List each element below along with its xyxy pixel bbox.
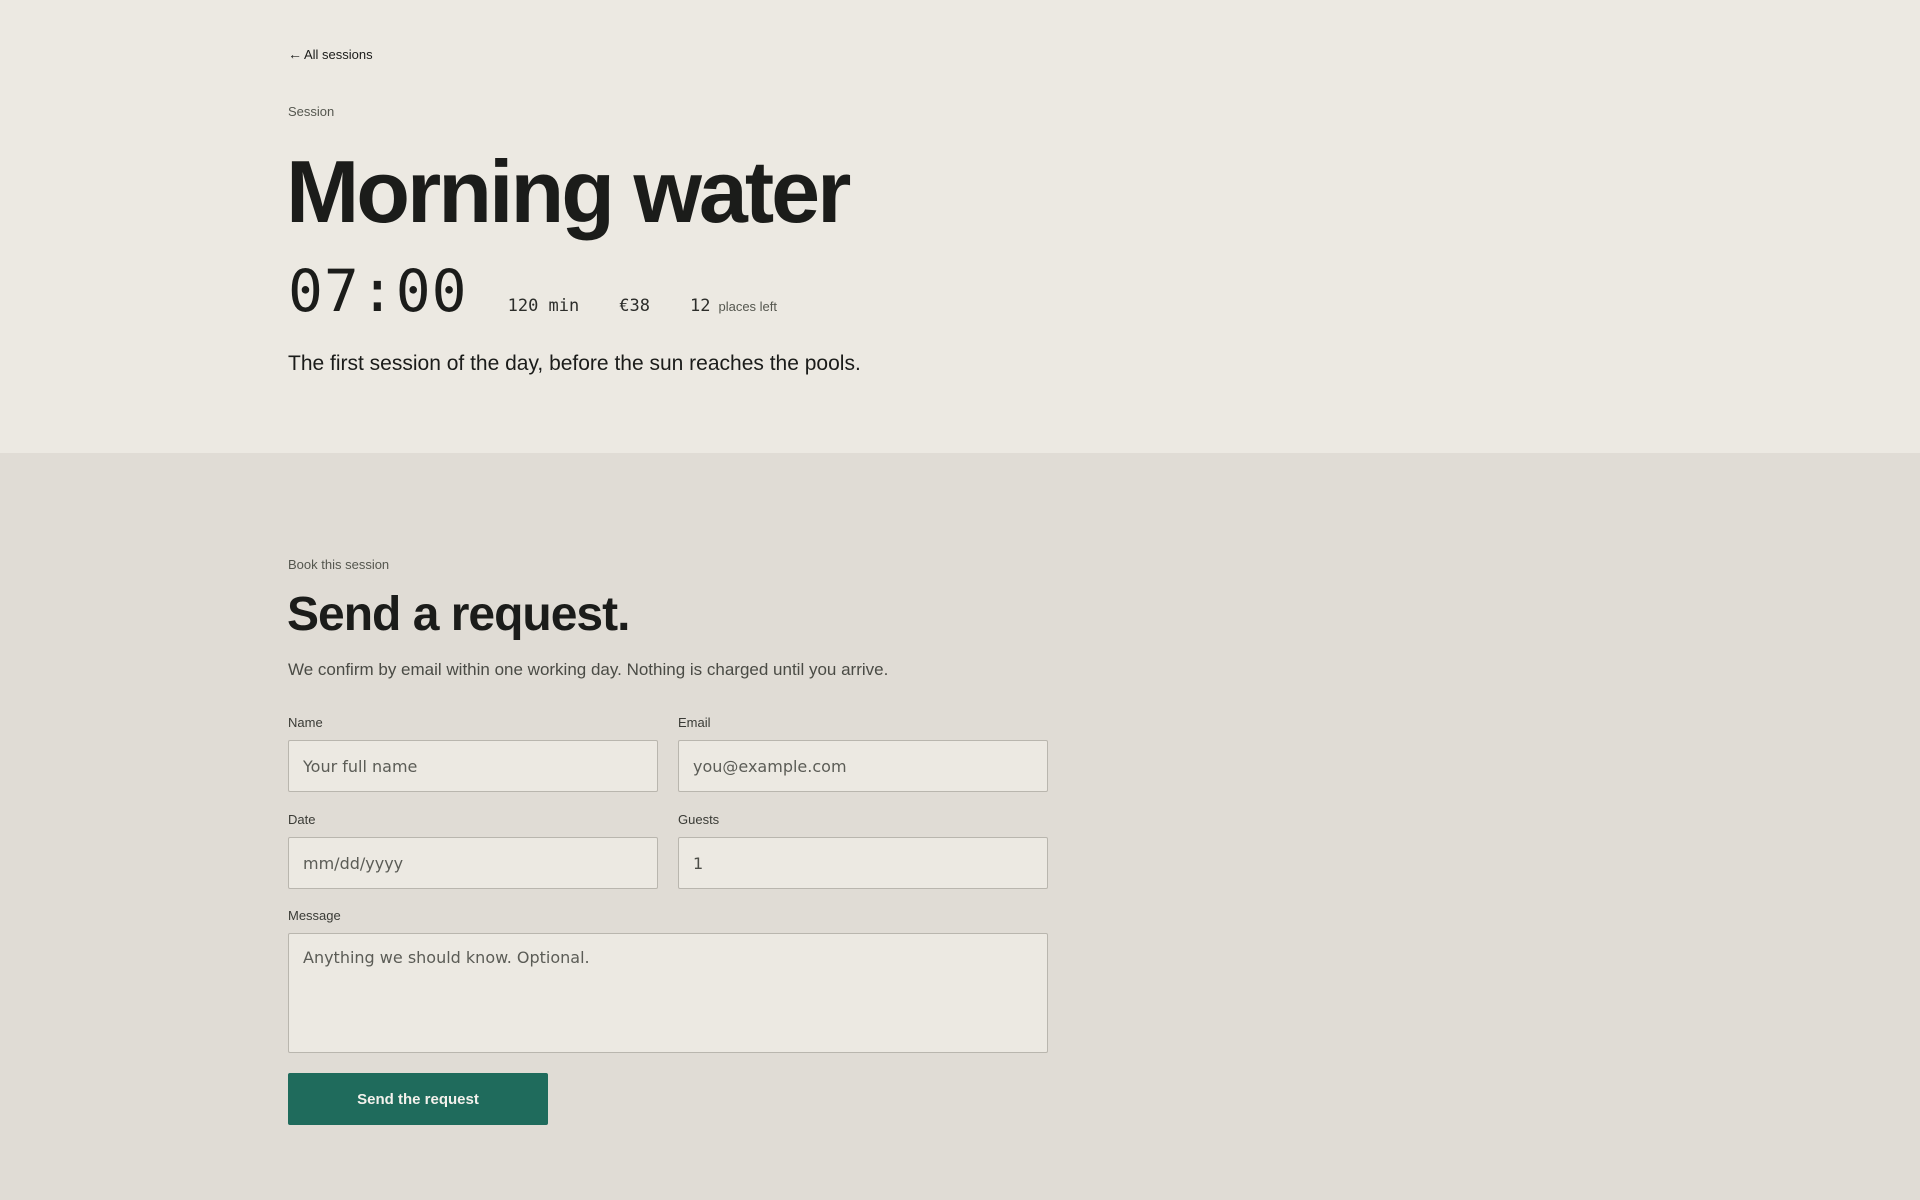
session-eyebrow: Session	[288, 104, 335, 119]
back-link-label: All sessions	[304, 46, 373, 62]
date-input[interactable]	[288, 837, 658, 889]
back-to-sessions-link[interactable]: ← All sessions	[288, 46, 373, 62]
booking-eyebrow: Book this session	[288, 557, 390, 572]
arrow-left-icon: ←	[288, 46, 302, 62]
email-input[interactable]	[678, 740, 1048, 792]
booking-title: Send a request.	[287, 588, 630, 641]
date-label: Date	[288, 812, 316, 827]
places-left-count: 12	[689, 296, 711, 316]
session-title: Morning water	[286, 142, 851, 241]
guests-label: Guests	[678, 812, 720, 827]
name-label: Name	[288, 715, 323, 730]
session-description: The first session of the day, before the…	[288, 352, 861, 375]
email-label: Email	[678, 715, 711, 730]
session-time: 07:00	[288, 257, 468, 325]
booking-section: Book this session Send a request. We con…	[0, 453, 1920, 1200]
session-meta: 07:00 120 min €38 12 places left	[288, 262, 777, 320]
send-request-button[interactable]: Send the request	[288, 1073, 548, 1125]
name-input[interactable]	[288, 740, 658, 792]
places-left-label: places left	[718, 299, 778, 314]
booking-intro: We confirm by email within one working d…	[288, 660, 889, 679]
session-hero: ← All sessions Session Morning water 07:…	[0, 0, 1920, 453]
session-duration: 120 min	[507, 296, 580, 316]
places-left: 12 places left	[690, 296, 777, 316]
message-textarea[interactable]	[288, 933, 1048, 1053]
session-price: €38	[619, 296, 650, 316]
guests-input[interactable]	[678, 837, 1048, 889]
message-label: Message	[288, 908, 341, 923]
